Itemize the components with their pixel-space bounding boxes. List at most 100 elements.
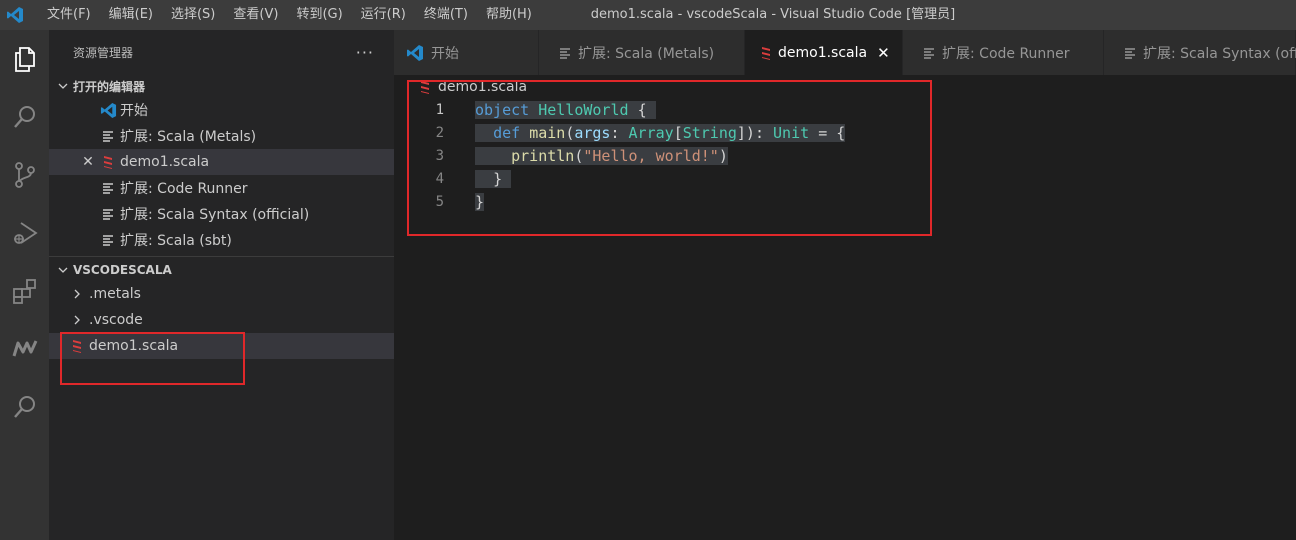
code-line: 1 object HelloWorld { (394, 98, 845, 121)
menu-file[interactable]: 文件(F) (38, 0, 100, 30)
open-editors-header[interactable]: 打开的编辑器 (49, 75, 394, 97)
code-line: 4 } (394, 167, 845, 190)
chevron-right-icon (69, 314, 85, 326)
tab-demo1-active[interactable]: demo1.scala ✕ (745, 30, 903, 75)
tab-label: demo1.scala (778, 44, 868, 61)
explorer-sidebar: 资源管理器 ··· 打开的编辑器 ✕ 开始 ✕ 扩展: Scala (Metal… (49, 30, 394, 540)
tree-file-demo1[interactable]: demo1.scala (49, 333, 394, 359)
code-line: 2 def main(args: Array[String]): Unit = … (394, 121, 846, 144)
open-editor-item[interactable]: ✕ 扩展: Code Runner (49, 175, 394, 201)
scala-icon (99, 155, 117, 169)
chevron-down-icon (55, 264, 71, 276)
vscode-logo-icon (2, 0, 28, 30)
tab-label: 扩展: Scala (Metals) (578, 45, 715, 62)
menu-edit[interactable]: 编辑(E) (100, 0, 162, 30)
tab-label: 扩展: Scala Syntax (offi (1143, 45, 1296, 62)
open-editors-label: 打开的编辑器 (73, 79, 146, 94)
more-actions-icon[interactable]: ··· (356, 43, 374, 62)
line-number: 3 (435, 147, 444, 164)
open-editor-label: 开始 (120, 103, 148, 119)
extension-page-icon (1124, 47, 1136, 59)
menu-view[interactable]: 查看(V) (224, 0, 287, 30)
close-icon[interactable]: ✕ (877, 44, 890, 62)
run-debug-icon (13, 222, 38, 244)
extensions-icon (12, 279, 36, 304)
menu-bar: 文件(F) 编辑(E) 选择(S) 查看(V) 转到(G) 运行(R) 终端(T… (38, 0, 541, 30)
open-editor-label: 扩展: Code Runner (120, 181, 248, 197)
code-line: 3 println("Hello, world!") (394, 144, 845, 167)
extension-page-icon (99, 208, 117, 220)
open-editor-label: 扩展: Scala (Metals) (120, 129, 257, 145)
vscode-icon (99, 102, 117, 119)
extension-page-icon (99, 234, 117, 246)
search-button-2[interactable] (0, 378, 49, 436)
breadcrumb[interactable]: demo1.scala (394, 75, 1296, 99)
open-editor-label: demo1.scala (120, 154, 210, 170)
extension-page-icon (559, 47, 571, 59)
workspace-header[interactable]: VSCODESCALA (49, 259, 394, 281)
tree-label: demo1.scala (89, 338, 179, 354)
line-number: 5 (435, 193, 444, 210)
workspace-label: VSCODESCALA (73, 263, 172, 277)
menu-selection[interactable]: 选择(S) (162, 0, 224, 30)
line-number: 2 (435, 124, 444, 141)
explorer-button[interactable] (0, 30, 49, 88)
extension-page-icon (923, 47, 935, 59)
section-divider (49, 256, 394, 257)
menu-terminal[interactable]: 终端(T) (415, 0, 477, 30)
metals-button[interactable] (0, 320, 49, 378)
title-bar: 文件(F) 编辑(E) 选择(S) 查看(V) 转到(G) 运行(R) 终端(T… (0, 0, 1296, 30)
code-text: object HelloWorld { (475, 100, 656, 119)
close-icon[interactable]: ✕ (77, 154, 99, 170)
vscode-icon (406, 44, 424, 62)
code-text: println("Hello, world!") (475, 146, 728, 165)
explorer-title: 资源管理器 (73, 46, 134, 60)
code-area[interactable]: 1 object HelloWorld { 2 def main(args: A… (394, 98, 846, 213)
metals-icon (12, 340, 37, 357)
code-text: } (475, 192, 485, 211)
menu-help[interactable]: 帮助(H) (477, 0, 541, 30)
chevron-down-icon (55, 80, 71, 92)
scala-icon (761, 46, 771, 60)
open-editor-label: 扩展: Scala Syntax (official) (120, 207, 310, 223)
editor-tab-bar: 开始 扩展: Scala (Metals) demo1.scala ✕ 扩展: … (394, 30, 1296, 75)
extensions-button[interactable] (0, 262, 49, 320)
explorer-icon (14, 47, 35, 72)
extension-page-icon (99, 182, 117, 194)
menu-run[interactable]: 运行(R) (352, 0, 415, 30)
line-number: 1 (435, 101, 444, 118)
open-editor-item[interactable]: ✕ 扩展: Scala (sbt) (49, 227, 394, 253)
extension-page-icon (99, 130, 117, 142)
tree-folder-metals[interactable]: .metals (49, 281, 394, 307)
line-number: 4 (435, 170, 444, 187)
tree-label: .metals (89, 286, 141, 302)
tree-label: .vscode (89, 312, 143, 328)
open-editor-item[interactable]: ✕ 扩展: Scala Syntax (official) (49, 201, 394, 227)
tab-ext-metals[interactable]: 扩展: Scala (Metals) (539, 30, 745, 75)
tab-ext-code-runner[interactable]: 扩展: Code Runner (903, 30, 1104, 75)
chevron-right-icon (69, 288, 85, 300)
scala-icon (420, 80, 430, 94)
breadcrumb-file: demo1.scala (438, 79, 528, 95)
open-editor-item[interactable]: ✕ 扩展: Scala (Metals) (49, 123, 394, 149)
code-text: def main(args: Array[String]): Unit = { (475, 123, 846, 142)
code-editor[interactable]: demo1.scala 1 object HelloWorld { 2 def … (394, 75, 1296, 540)
run-debug-button[interactable] (0, 204, 49, 262)
tab-ext-scala-syntax[interactable]: 扩展: Scala Syntax (offi (1104, 30, 1296, 75)
activity-bar (0, 30, 49, 540)
open-editor-item[interactable]: ✕ 开始 (49, 97, 394, 123)
explorer-header: 资源管理器 ··· (49, 30, 394, 75)
tab-welcome[interactable]: 开始 (394, 30, 539, 75)
open-editor-label: 扩展: Scala (sbt) (120, 233, 232, 249)
code-text: } (475, 169, 512, 188)
open-editor-item-active[interactable]: ✕ demo1.scala (49, 149, 394, 175)
tab-label: 开始 (431, 45, 459, 62)
menu-go[interactable]: 转到(G) (287, 0, 351, 30)
tree-folder-vscode[interactable]: .vscode (49, 307, 394, 333)
search-icon (13, 106, 35, 128)
search-button[interactable] (0, 88, 49, 146)
source-control-button[interactable] (0, 146, 49, 204)
search-icon (13, 396, 35, 418)
scala-icon (69, 339, 85, 353)
code-line: 5 } (394, 190, 845, 213)
